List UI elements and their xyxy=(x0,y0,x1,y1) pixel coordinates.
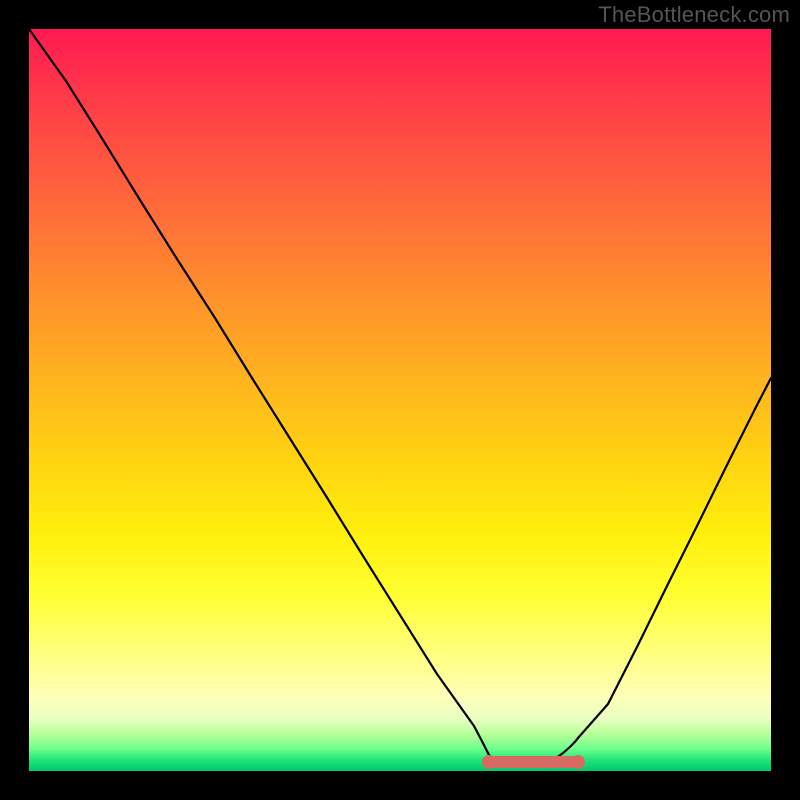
curve-svg xyxy=(29,29,771,771)
optimal-range-start-dot xyxy=(482,755,496,769)
plot-area xyxy=(29,29,771,771)
watermark-text: TheBottleneck.com xyxy=(598,2,790,28)
chart-frame: TheBottleneck.com xyxy=(0,0,800,800)
bottleneck-curve xyxy=(29,29,771,764)
optimal-range-end-dot xyxy=(571,755,585,769)
